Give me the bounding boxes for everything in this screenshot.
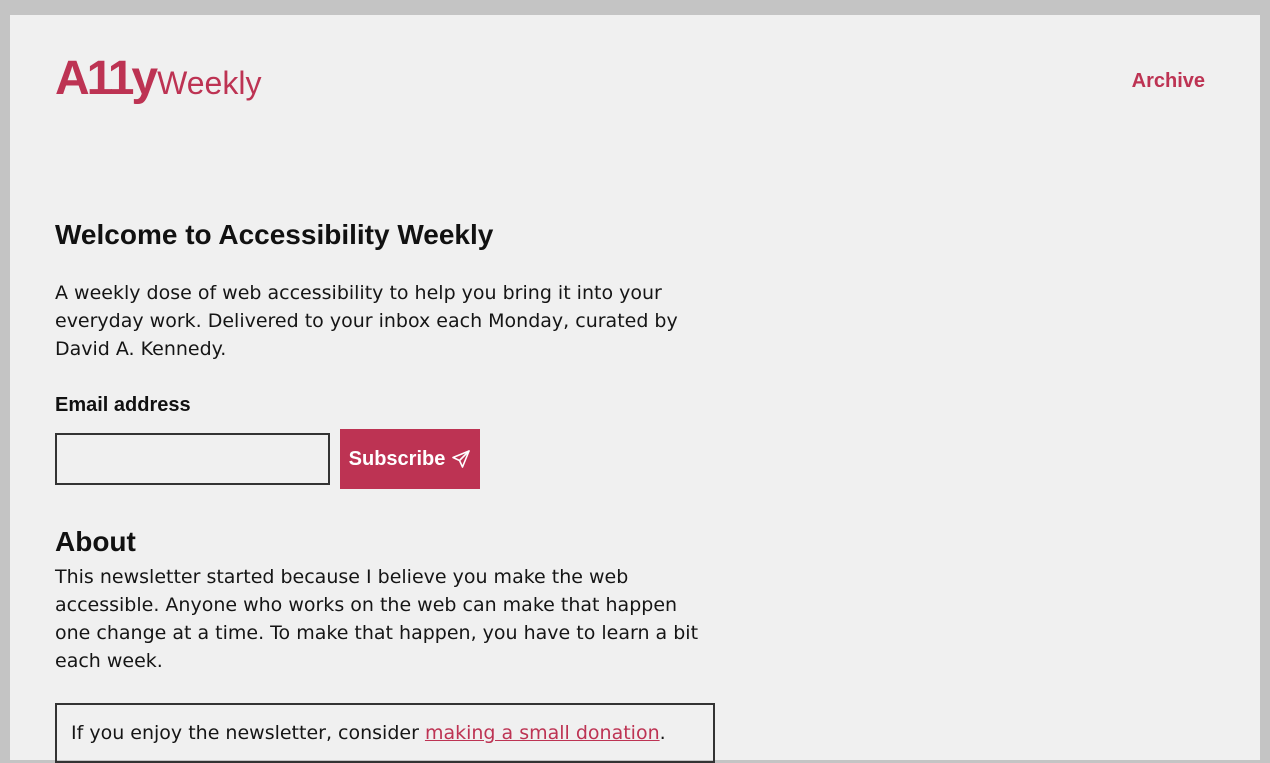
about-heading: About xyxy=(55,526,136,557)
site-logo[interactable]: A11y Weekly xyxy=(55,51,261,106)
logo-light-text: Weekly xyxy=(157,65,262,101)
main-content: Welcome to Accessibility Weekly A weekly… xyxy=(55,215,715,763)
donation-callout: If you enjoy the newsletter, consider ma… xyxy=(55,703,715,763)
subscribe-button[interactable]: Subscribe xyxy=(340,429,480,489)
logo-bold-text: A11y xyxy=(55,52,158,105)
intro-text: A weekly dose of web accessibility to he… xyxy=(55,282,678,360)
page: A11y Weekly Archive Welcome to Accessibi… xyxy=(10,15,1260,763)
send-icon xyxy=(451,449,471,469)
nav-archive-link[interactable]: Archive xyxy=(1132,70,1205,93)
donation-prefix: If you enjoy the newsletter, consider xyxy=(71,722,425,744)
about-text: This newsletter started because I believ… xyxy=(55,566,699,672)
subscribe-form: Subscribe xyxy=(55,429,715,489)
email-input[interactable] xyxy=(55,433,330,485)
email-label: Email address xyxy=(55,394,191,416)
subscribe-label: Subscribe xyxy=(348,447,446,470)
donation-suffix: . xyxy=(659,722,666,744)
page-title: Welcome to Accessibility Weekly xyxy=(55,219,494,250)
donation-link[interactable]: making a small donation xyxy=(425,722,660,744)
